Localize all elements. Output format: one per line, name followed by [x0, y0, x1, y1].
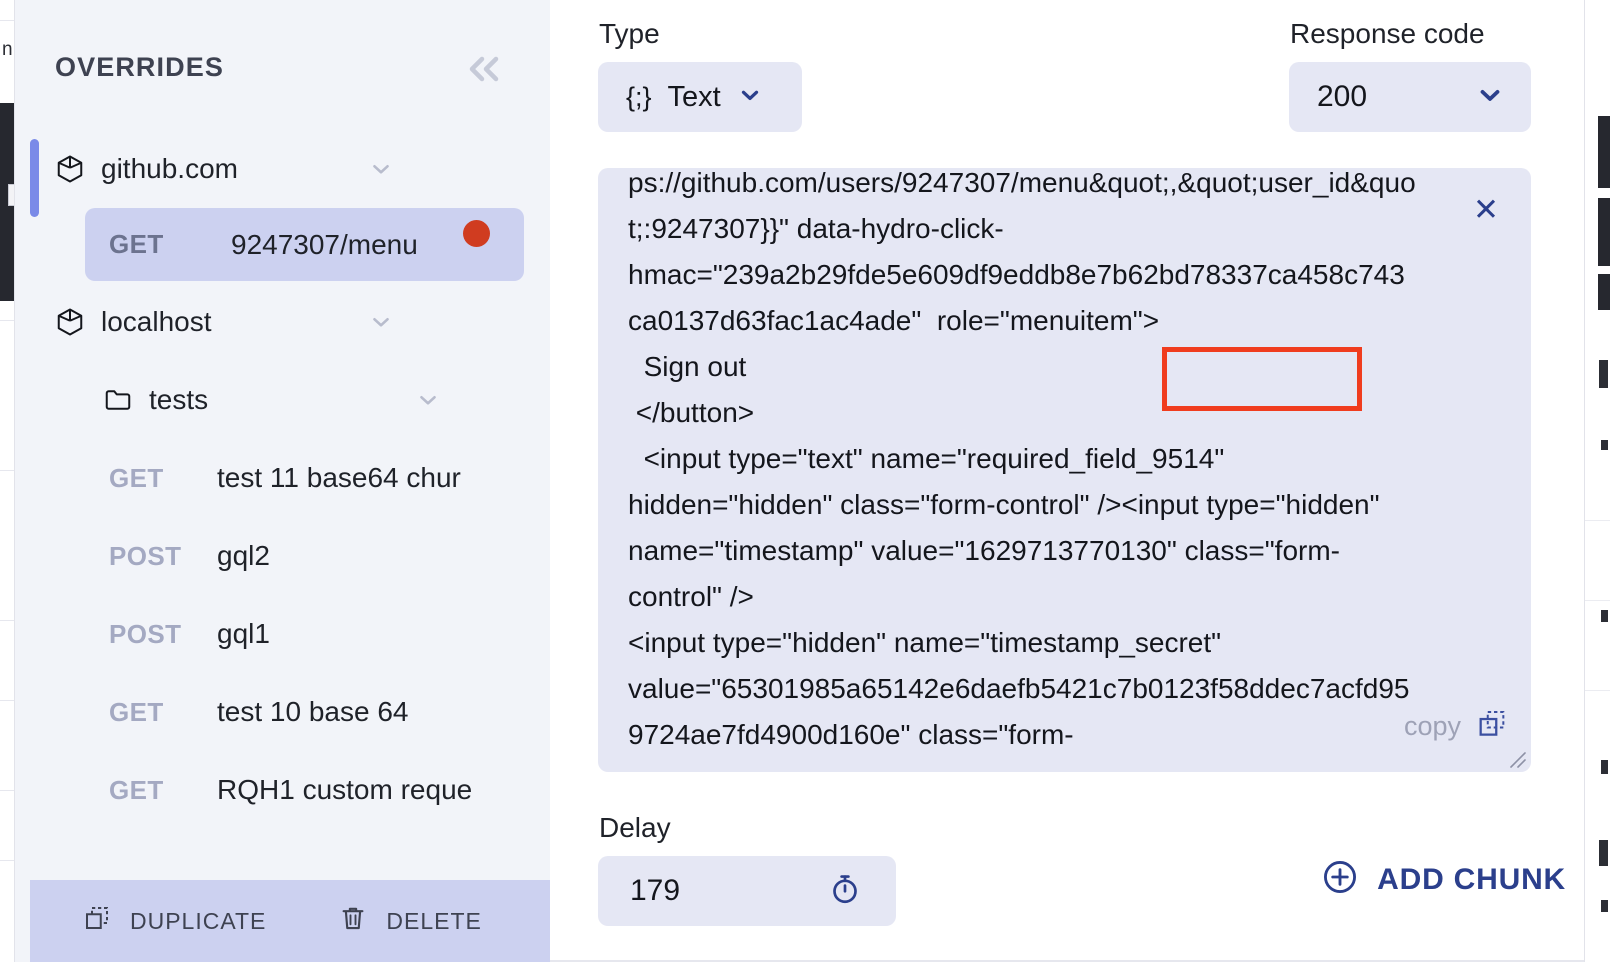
request-verb: GET: [109, 696, 164, 727]
request-verb: GET: [109, 462, 164, 493]
type-label: Type: [599, 18, 660, 49]
tree-folder-tests[interactable]: tests: [15, 361, 550, 439]
cube-icon: [55, 307, 85, 337]
chunk-editor-panel: Type {;} Text Response code 200 ps://git…: [550, 0, 1584, 962]
request-name: 9247307/menu: [231, 228, 418, 260]
chevron-down-icon[interactable]: [368, 156, 394, 182]
overrides-sidebar: OVERRIDES github.com GET 9247307/menu lo…: [15, 0, 550, 962]
overrides-tree: github.com GET 9247307/menu localhost te…: [15, 130, 550, 829]
request-name: gql2: [217, 540, 270, 571]
delay-input[interactable]: [628, 873, 778, 909]
request-verb: POST: [109, 618, 182, 649]
chevron-down-icon[interactable]: [415, 387, 441, 413]
app-root: n OVERRIDES github.com GET 9247307/menu …: [0, 0, 1610, 962]
add-chunk-label: ADD CHUNK: [1377, 862, 1566, 896]
left-edge-notch: [8, 184, 14, 206]
folder-icon: [103, 385, 133, 415]
response-code-select[interactable]: 200: [1289, 62, 1531, 132]
request-item-9247307-menu[interactable]: GET 9247307/menu: [85, 208, 524, 281]
response-code-label: Response code: [1290, 18, 1485, 49]
status-dot: [463, 220, 490, 247]
delete-button[interactable]: DELETE: [338, 903, 481, 939]
chevron-down-icon[interactable]: [368, 309, 394, 335]
duplicate-label: DUPLICATE: [130, 907, 267, 934]
request-name: RQH1 custom reque: [217, 774, 473, 805]
chunk-body-text[interactable]: ps://github.com/users/9247307/menu&quot;…: [628, 168, 1418, 758]
cube-icon: [55, 154, 85, 184]
left-edge-strip: n: [0, 0, 15, 962]
right-edge-strip: [1584, 0, 1610, 962]
type-select[interactable]: {;} Text: [598, 62, 802, 132]
copy-button[interactable]: copy: [1404, 707, 1509, 746]
double-chevron-left-icon: [464, 54, 508, 84]
delete-label: DELETE: [386, 907, 482, 934]
trash-icon: [338, 903, 368, 939]
copy-label: copy: [1403, 711, 1461, 741]
tree-host-label: github.com: [101, 153, 238, 184]
stopwatch-icon: [828, 872, 862, 911]
plus-circle-icon: [1321, 858, 1359, 901]
tree-host-github[interactable]: github.com: [15, 130, 550, 208]
request-name: test 10 base 64: [217, 696, 409, 727]
request-item-test-10[interactable]: GET test 10 base 64: [15, 673, 550, 751]
delay-field[interactable]: [598, 856, 896, 926]
chevron-down-icon: [1475, 80, 1505, 115]
request-item-gql1[interactable]: POST gql1: [15, 595, 550, 673]
type-select-value: Text: [667, 80, 721, 113]
sidebar-title: OVERRIDES: [55, 52, 224, 82]
duplicate-icon: [82, 903, 112, 939]
chevron-down-icon: [737, 82, 763, 113]
request-name: gql1: [217, 618, 270, 649]
collapse-sidebar-button[interactable]: [461, 48, 511, 90]
tree-folder-label: tests: [149, 384, 209, 415]
copy-icon: [1475, 707, 1509, 746]
request-verb: GET: [109, 229, 164, 259]
code-braces-icon: {;}: [626, 81, 652, 112]
delay-label: Delay: [599, 812, 671, 843]
chunk-body-field[interactable]: ps://github.com/users/9247307/menu&quot;…: [598, 168, 1531, 772]
request-item-rqh1[interactable]: GET RQH1 custom reque: [15, 751, 550, 829]
left-edge-glyph: n: [2, 39, 13, 60]
request-item-test-11[interactable]: GET test 11 base64 chur: [15, 439, 550, 517]
request-verb: POST: [109, 540, 182, 571]
add-chunk-button[interactable]: ADD CHUNK: [1321, 858, 1566, 901]
duplicate-button[interactable]: DUPLICATE: [82, 903, 266, 939]
resize-handle-icon[interactable]: [1503, 745, 1527, 769]
close-icon[interactable]: ✕: [1473, 194, 1499, 225]
request-name: test 11 base64 chur: [217, 462, 461, 493]
response-code-value: 200: [1317, 80, 1368, 113]
request-item-gql2[interactable]: POST gql2: [15, 517, 550, 595]
sidebar-footer: DUPLICATE DELETE: [30, 880, 550, 962]
tree-host-localhost[interactable]: localhost: [15, 283, 550, 361]
request-verb: GET: [109, 774, 164, 805]
tree-host-label: localhost: [101, 306, 212, 337]
